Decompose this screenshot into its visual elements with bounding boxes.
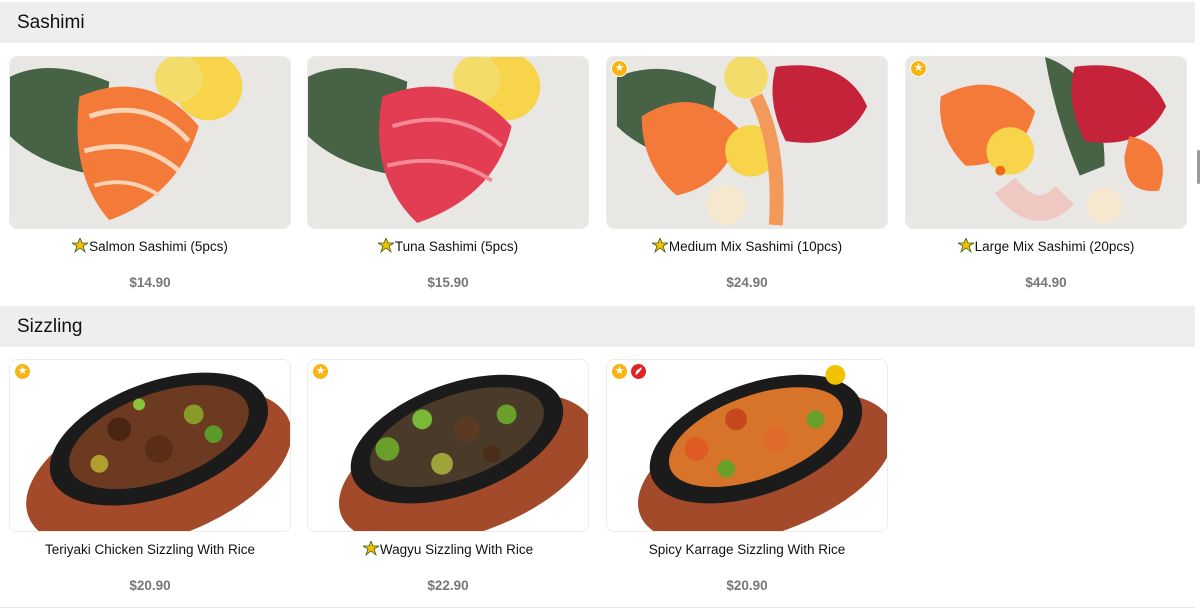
badge-group: ★ [14, 363, 31, 380]
badge-group: ★ [611, 60, 628, 77]
item-name-row[interactable]: Tuna Sashimi (5pcs) [307, 237, 589, 255]
new-burst-icon [377, 238, 394, 254]
new-burst-icon [72, 238, 89, 254]
item-name: Medium Mix Sashimi (10pcs) [668, 238, 843, 254]
item-price: $20.90 [726, 578, 768, 593]
item-name-row[interactable]: Spicy Karrage Sizzling With Rice [606, 540, 888, 558]
item-price: $15.90 [427, 275, 469, 290]
item-price: $14.90 [129, 275, 171, 290]
item-name: Tuna Sashimi (5pcs) [394, 238, 519, 254]
new-burst-icon [651, 238, 668, 254]
star-icon: ★ [312, 363, 329, 380]
badge-group: ★ [611, 363, 647, 380]
item-name-row[interactable]: Salmon Sashimi (5pcs) [9, 237, 291, 255]
dish-image[interactable]: ★ [905, 56, 1187, 229]
item-name-row[interactable]: Large Mix Sashimi (20pcs) [905, 237, 1187, 255]
section-title: Sashimi [17, 11, 85, 33]
dish-image[interactable] [307, 56, 589, 229]
item-name: Wagyu Sizzling With Rice [379, 541, 534, 557]
star-icon: ★ [611, 60, 628, 77]
dish-image[interactable]: ★ [606, 359, 888, 532]
badge-group: ★ [312, 363, 329, 380]
star-icon: ★ [910, 60, 927, 77]
menu-item-card[interactable]: ★ Medium Mix Sashimi (10pcs) $24.90 [606, 56, 888, 290]
menu-item-card[interactable]: Salmon Sashimi (5pcs) $14.90 [9, 56, 291, 290]
dish-image[interactable]: ★ [307, 359, 589, 532]
chili-icon [630, 363, 647, 380]
section-title: Sizzling [17, 315, 83, 337]
dish-image[interactable] [9, 56, 291, 229]
item-name: Large Mix Sashimi (20pcs) [974, 238, 1135, 254]
item-price: $20.90 [129, 578, 171, 593]
star-icon: ★ [611, 363, 628, 380]
item-name: Salmon Sashimi (5pcs) [89, 238, 228, 254]
new-burst-icon [362, 541, 379, 557]
menu-item-card[interactable]: ★ Teriyaki Chicken Sizzling With Rice $2… [9, 359, 291, 593]
item-name: Teriyaki Chicken Sizzling With Rice [44, 541, 256, 557]
section-header-sizzling: Sizzling [0, 306, 1195, 347]
item-name: Spicy Karrage Sizzling With Rice [648, 541, 846, 557]
new-burst-icon [957, 238, 974, 254]
menu-item-card[interactable]: ★ Large Mix Sashimi (20pcs) $44.90 [905, 56, 1187, 290]
divider [0, 607, 1195, 608]
item-price: $22.90 [427, 578, 469, 593]
menu-item-card[interactable]: ★ Wagyu Sizzling With Rice $22.90 [307, 359, 589, 593]
star-icon: ★ [14, 363, 31, 380]
item-name-row[interactable]: Wagyu Sizzling With Rice [307, 540, 589, 558]
item-price: $24.90 [726, 275, 768, 290]
item-name-row[interactable]: Teriyaki Chicken Sizzling With Rice [9, 540, 291, 558]
menu-item-card[interactable]: Tuna Sashimi (5pcs) $15.90 [307, 56, 589, 290]
section-header-sashimi: Sashimi [0, 2, 1195, 43]
dish-image[interactable]: ★ [606, 56, 888, 229]
menu-item-card[interactable]: ★ Spicy Karrage Sizzling With Rice $20.9… [606, 359, 888, 593]
badge-group: ★ [910, 60, 927, 77]
dish-image[interactable]: ★ [9, 359, 291, 532]
item-price: $44.90 [1025, 275, 1067, 290]
item-name-row[interactable]: Medium Mix Sashimi (10pcs) [606, 237, 888, 255]
